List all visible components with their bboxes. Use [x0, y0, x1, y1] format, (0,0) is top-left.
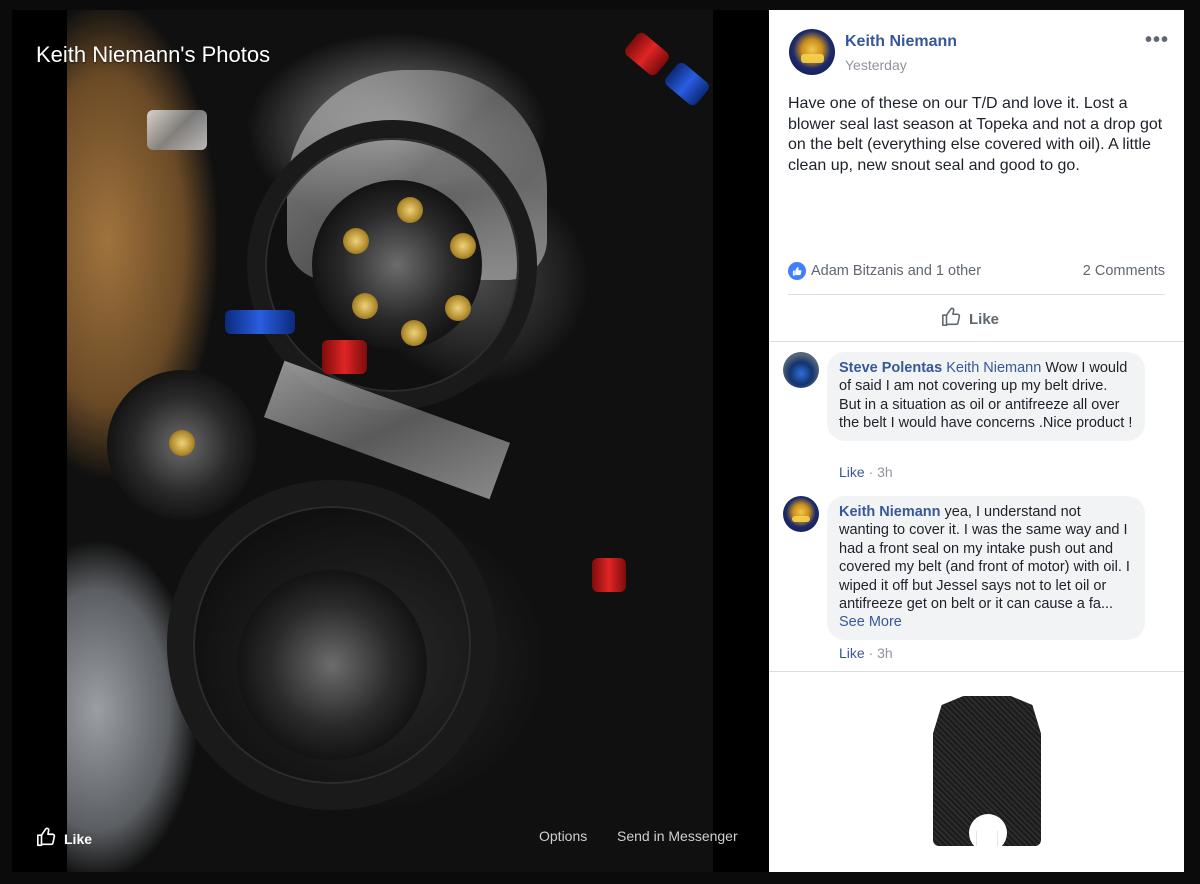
comment-time[interactable]: · 3h: [865, 464, 893, 480]
bolt-shape: [397, 197, 423, 223]
see-more-link[interactable]: See More: [839, 614, 902, 630]
comment-author[interactable]: Steve Polentas: [839, 360, 942, 376]
comment-text: yea, I understand not wanting to cover i…: [839, 504, 1130, 613]
send-in-messenger-link[interactable]: Send in Messenger: [617, 828, 738, 844]
comment-actions: Like · 3h: [839, 645, 893, 661]
thumbs-up-icon: [36, 826, 58, 851]
thumbs-up-icon: [941, 306, 963, 332]
comment-author[interactable]: Keith Niemann: [839, 504, 941, 520]
more-options-icon[interactable]: •••: [1145, 29, 1169, 52]
like-reaction-icon: [788, 262, 806, 280]
viewer-footer: Like Options Send in Messenger: [12, 812, 769, 872]
post-text: Have one of these on our T/D and love it…: [788, 95, 1163, 174]
comments-count[interactable]: 2 Comments: [1083, 263, 1165, 279]
post-author[interactable]: Keith Niemann: [845, 33, 957, 51]
comment-bubble: Keith Niemann yea, I understand not want…: [827, 496, 1145, 640]
red-fitting-shape: [592, 558, 626, 592]
engine-photo[interactable]: [67, 10, 713, 872]
photo-viewer: Keith Niemann's Photos Like Options Send…: [12, 10, 769, 872]
blue-fitting-shape: [662, 60, 712, 108]
link-preview[interactable]: [769, 672, 1184, 872]
divider: [769, 341, 1184, 342]
viewer-like-button[interactable]: Like: [36, 826, 92, 851]
bolt-shape: [352, 293, 378, 319]
carbon-belt-cover-image: [933, 696, 1041, 846]
post-header: Keith Niemann Yesterday •••: [789, 29, 1169, 77]
comment-mention[interactable]: Keith Niemann: [946, 360, 1041, 376]
viewer-title: Keith Niemann's Photos: [36, 42, 271, 67]
photo-theater: Keith Niemann's Photos Like Options Send…: [0, 0, 1200, 884]
cap-shape: [147, 110, 207, 150]
post-like-button[interactable]: Like: [941, 306, 999, 332]
viewer-like-label: Like: [64, 830, 93, 847]
post-timestamp[interactable]: Yesterday: [845, 57, 907, 73]
reactions-bar: Adam Bitzanis and 1 other 2 Comments: [788, 261, 1165, 285]
blue-fitting-shape: [225, 310, 295, 334]
divider: [788, 294, 1165, 295]
comment-like-link[interactable]: Like: [839, 645, 865, 661]
comment-actions: Like · 3h: [839, 464, 893, 480]
comment-time[interactable]: · 3h: [865, 645, 893, 661]
comment-bubble: Steve Polentas Keith Niemann Wow I would…: [827, 352, 1145, 441]
avatar[interactable]: [783, 352, 819, 388]
comment-like-link[interactable]: Like: [839, 464, 865, 480]
reaction-names[interactable]: Adam Bitzanis and 1 other: [811, 263, 981, 279]
post-like-label: Like: [969, 310, 1000, 328]
bolt-shape: [169, 430, 195, 456]
bolt-shape: [450, 233, 476, 259]
red-fitting-shape: [322, 340, 367, 374]
avatar[interactable]: [783, 496, 819, 532]
avatar[interactable]: [789, 29, 835, 75]
bolt-shape: [343, 228, 369, 254]
bolt-shape: [401, 320, 427, 346]
red-fitting-shape: [622, 30, 672, 78]
crank-pulley-shape: [237, 570, 427, 760]
post-panel: Keith Niemann Yesterday ••• Have one of …: [769, 10, 1184, 872]
bolt-shape: [445, 295, 471, 321]
options-link[interactable]: Options: [539, 828, 587, 844]
